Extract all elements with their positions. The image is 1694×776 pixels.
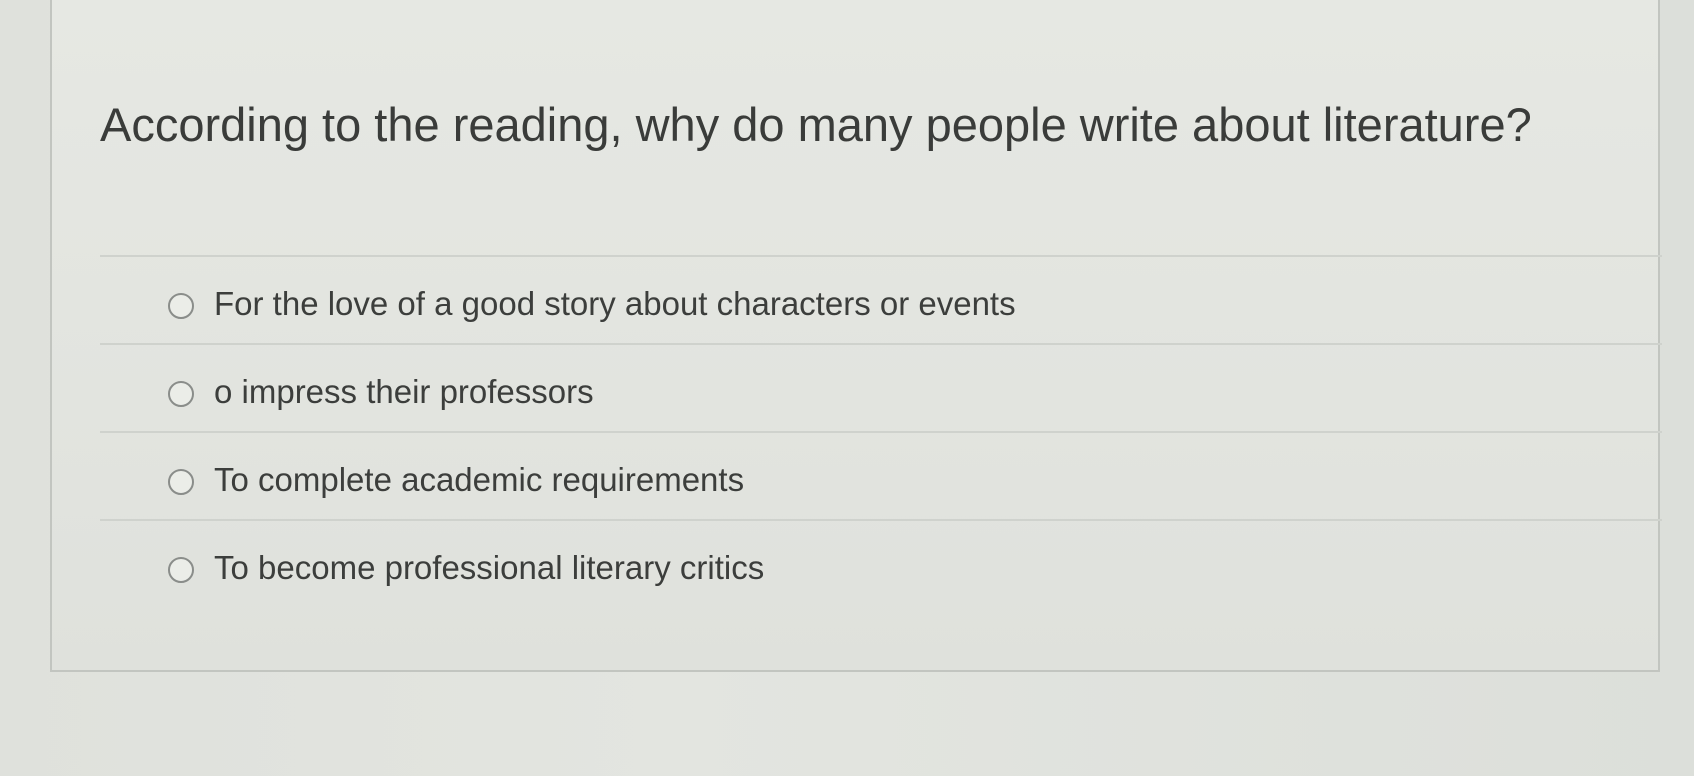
radio-unchecked-icon[interactable] <box>168 469 194 495</box>
radio-unchecked-icon[interactable] <box>168 381 194 407</box>
question-card: According to the reading, why do many pe… <box>50 0 1662 672</box>
answer-option-label[interactable]: To become professional literary critics <box>214 549 764 587</box>
answer-option-4[interactable]: To become professional literary critics <box>100 519 1662 607</box>
answer-option-1[interactable]: For the love of a good story about chara… <box>100 255 1662 343</box>
question-text: According to the reading, why do many pe… <box>100 98 1532 151</box>
answer-option-label[interactable]: For the love of a good story about chara… <box>214 285 1016 323</box>
screen: According to the reading, why do many pe… <box>0 0 1694 776</box>
radio-unchecked-icon[interactable] <box>168 557 194 583</box>
answer-option-3[interactable]: To complete academic requirements <box>100 431 1662 519</box>
answer-option-2[interactable]: o impress their professors <box>100 343 1662 431</box>
radio-unchecked-icon[interactable] <box>168 293 194 319</box>
answer-options: For the love of a good story about chara… <box>100 255 1662 607</box>
answer-option-label[interactable]: o impress their professors <box>214 373 594 411</box>
answer-option-label[interactable]: To complete academic requirements <box>214 461 744 499</box>
